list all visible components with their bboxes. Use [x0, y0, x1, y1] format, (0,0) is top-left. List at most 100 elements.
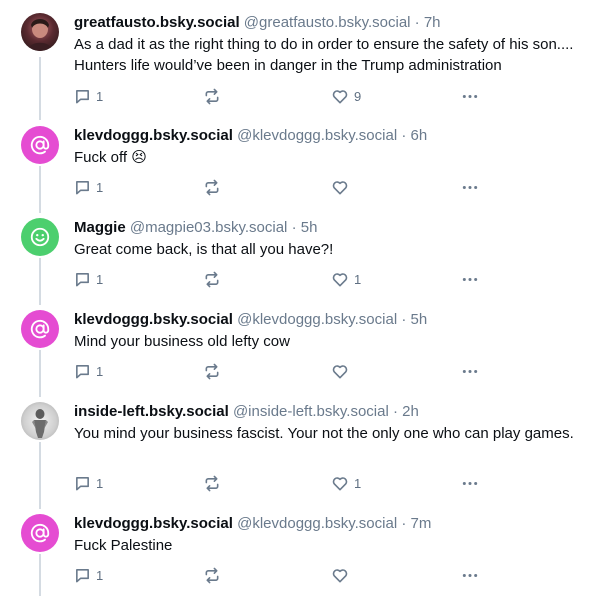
avatar[interactable]	[21, 402, 59, 440]
repost-icon	[205, 179, 219, 195]
like-button[interactable]	[331, 565, 354, 585]
reply-icon	[76, 476, 89, 490]
reply-count: 1	[96, 363, 104, 379]
repost-icon	[205, 363, 219, 379]
heart-icon	[332, 476, 348, 490]
post-text: As a dad it as the right thing to do in …	[74, 36, 574, 74]
display-name[interactable]: inside-left.bsky.social	[74, 403, 229, 420]
more-options-button[interactable]	[461, 177, 479, 197]
reply-count: 1	[96, 179, 104, 195]
ellipsis-icon	[462, 481, 478, 485]
like-button[interactable]	[331, 361, 354, 381]
post[interactable]: greatfausto.bsky.social @greatfausto.bsk…	[0, 13, 597, 108]
post[interactable]: inside-left.bsky.social @inside-left.bsk…	[0, 402, 597, 502]
post-text: You mind your business fascist. Your not…	[74, 425, 574, 442]
timestamp[interactable]: 2h	[402, 403, 419, 420]
post[interactable]: Maggie @magpie03.bsky.social · 5h Great …	[0, 218, 597, 298]
repost-button[interactable]	[203, 177, 221, 197]
handle[interactable]: @greatfausto.bsky.social	[244, 14, 411, 31]
more-options-button[interactable]	[461, 565, 479, 585]
handle[interactable]: @klevdoggg.bsky.social	[237, 515, 397, 532]
post[interactable]: klevdoggg.bsky.social @klevdoggg.bsky.so…	[0, 514, 597, 596]
timestamp[interactable]: 7h	[424, 14, 441, 31]
action-bar: 1	[74, 565, 494, 585]
avatar[interactable]	[21, 310, 59, 348]
post[interactable]: klevdoggg.bsky.social @klevdoggg.bsky.so…	[0, 126, 597, 206]
ellipsis-icon	[462, 94, 478, 98]
post-text: Fuck Palestine	[74, 537, 173, 554]
like-count: 1	[354, 475, 362, 491]
handle[interactable]: @inside-left.bsky.social	[233, 403, 389, 420]
reply-icon	[76, 272, 89, 286]
smiley-icon	[30, 227, 50, 247]
reply-icon	[76, 364, 89, 378]
avatar[interactable]	[21, 218, 59, 256]
like-button[interactable]: 1	[331, 473, 361, 493]
reply-button[interactable]: 1	[74, 565, 103, 585]
display-name[interactable]: klevdoggg.bsky.social	[74, 515, 233, 532]
timestamp[interactable]: 5h	[411, 311, 428, 328]
timestamp[interactable]: 5h	[301, 219, 318, 236]
repost-icon	[205, 475, 219, 491]
heart-icon	[332, 272, 348, 286]
action-bar: 1 1	[74, 269, 494, 289]
reply-button[interactable]: 1	[74, 361, 103, 381]
post-header: Maggie @magpie03.bsky.social · 5h	[74, 218, 584, 238]
at-sign-icon	[30, 319, 50, 339]
repost-button[interactable]	[203, 473, 221, 493]
post-header: klevdoggg.bsky.social @klevdoggg.bsky.so…	[74, 126, 584, 146]
handle[interactable]: @magpie03.bsky.social	[130, 219, 288, 236]
heart-icon	[332, 89, 348, 103]
repost-button[interactable]	[203, 86, 221, 106]
at-sign-icon	[30, 523, 50, 543]
heart-icon	[332, 364, 348, 378]
more-options-button[interactable]	[461, 86, 479, 106]
reply-count: 1	[96, 475, 104, 491]
reply-button[interactable]: 1	[74, 473, 103, 493]
reply-count: 1	[96, 567, 104, 583]
action-bar: 1 9	[74, 86, 494, 106]
post-thread: greatfausto.bsky.social @greatfausto.bsk…	[0, 0, 597, 596]
reply-count: 1	[96, 88, 104, 104]
separator-dot: ·	[401, 515, 407, 532]
reply-button[interactable]: 1	[74, 269, 103, 289]
like-button[interactable]: 9	[331, 86, 361, 106]
heart-icon	[332, 568, 348, 582]
handle[interactable]: @klevdoggg.bsky.social	[237, 311, 397, 328]
at-sign-icon	[30, 135, 50, 155]
repost-button[interactable]	[203, 269, 221, 289]
avatar[interactable]	[21, 126, 59, 164]
reply-icon	[76, 180, 89, 194]
more-options-button[interactable]	[461, 473, 479, 493]
repost-button[interactable]	[203, 565, 221, 585]
more-options-button[interactable]	[461, 269, 479, 289]
post-text: Fuck off 😣	[74, 149, 147, 166]
avatar[interactable]	[21, 514, 59, 552]
handle[interactable]: @klevdoggg.bsky.social	[237, 127, 397, 144]
reply-icon	[76, 568, 89, 582]
display-name[interactable]: klevdoggg.bsky.social	[74, 127, 233, 144]
display-name[interactable]: greatfausto.bsky.social	[74, 14, 240, 31]
repost-button[interactable]	[203, 361, 221, 381]
like-button[interactable]: 1	[331, 269, 361, 289]
more-options-button[interactable]	[461, 361, 479, 381]
post-header: klevdoggg.bsky.social @klevdoggg.bsky.so…	[74, 310, 584, 330]
display-name[interactable]: Maggie	[74, 219, 126, 236]
reply-icon	[76, 89, 89, 103]
post-header: klevdoggg.bsky.social @klevdoggg.bsky.so…	[74, 514, 584, 534]
timestamp[interactable]: 7m	[411, 515, 432, 532]
post[interactable]: klevdoggg.bsky.social @klevdoggg.bsky.so…	[0, 310, 597, 390]
action-bar: 1	[74, 361, 494, 381]
ellipsis-icon	[462, 573, 478, 577]
display-name[interactable]: klevdoggg.bsky.social	[74, 311, 233, 328]
reply-button[interactable]: 1	[74, 177, 103, 197]
like-count: 1	[354, 271, 362, 287]
repost-icon	[205, 88, 219, 104]
reply-button[interactable]: 1	[74, 86, 103, 106]
action-bar: 1	[74, 177, 494, 197]
ellipsis-icon	[462, 277, 478, 281]
timestamp[interactable]: 6h	[411, 127, 428, 144]
separator-dot: ·	[401, 127, 407, 144]
avatar[interactable]	[21, 13, 59, 51]
like-button[interactable]	[331, 177, 354, 197]
